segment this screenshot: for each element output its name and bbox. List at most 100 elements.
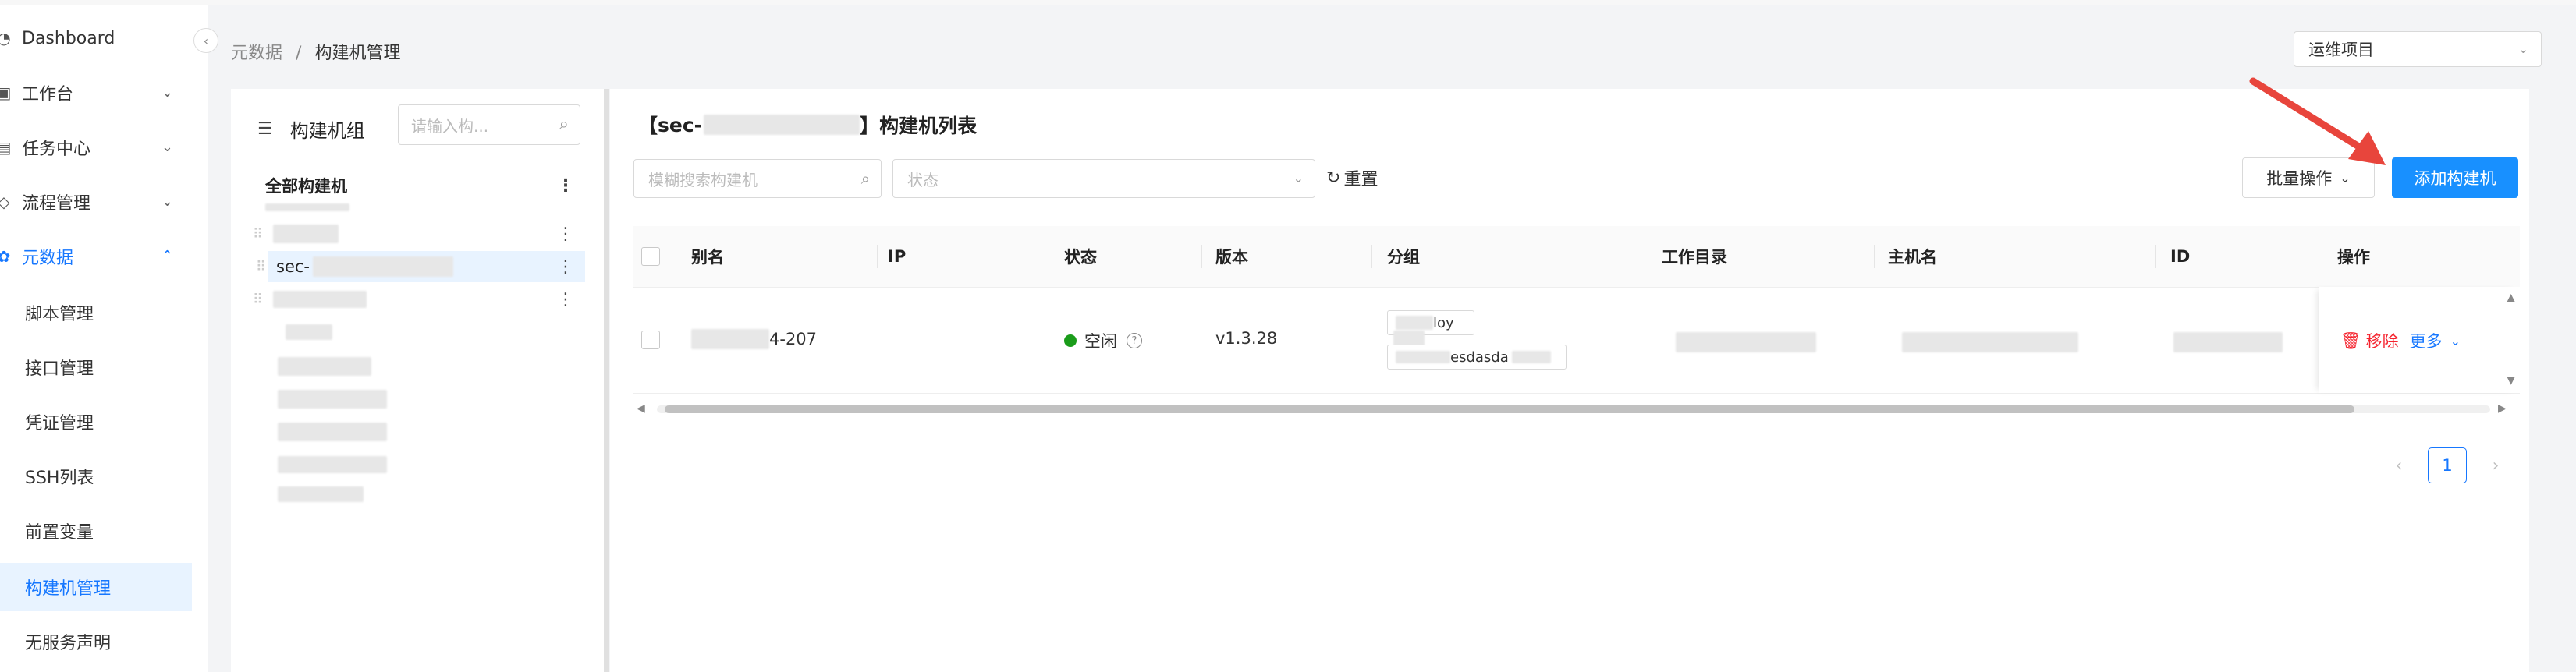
breadcrumb-current: 构建机管理	[314, 44, 401, 63]
cell-id	[2173, 332, 2283, 352]
sidebar-item-metadata[interactable]: ✿ 元数据 ⌃	[0, 232, 192, 281]
scroll-right-arrow-icon[interactable]: ▶	[2498, 402, 2507, 415]
more-vertical-icon[interactable]: ⋮	[557, 257, 574, 277]
table-header: 别名 IP 状态 版本 分组 工作目录 主机名 ID 操作	[633, 226, 2520, 288]
cell-status: 空闲 ?	[1064, 329, 1142, 352]
sidebar-item-dashboard[interactable]: ◔ Dashboard	[0, 14, 192, 62]
status-placeholder: 状态	[907, 170, 939, 189]
prev-page-icon[interactable]: ‹	[2381, 447, 2417, 483]
column-divider	[2155, 245, 2156, 268]
select-all-checkbox[interactable]	[641, 247, 660, 266]
column-version[interactable]: 版本	[1215, 226, 1248, 287]
column-workdir[interactable]: 工作目录	[1662, 226, 1727, 287]
more-actions-button[interactable]: 更多 ⌄	[2410, 329, 2461, 352]
cell-actions: 🗑 移除 更多 ⌄ ▲ ▼	[2319, 287, 2520, 393]
column-hostname[interactable]: 主机名	[1888, 226, 1937, 287]
add-build-machine-button[interactable]: 添加构建机	[2392, 157, 2518, 198]
tree-item[interactable]	[265, 449, 585, 480]
tree-item[interactable]	[265, 384, 585, 415]
build-machine-search-input[interactable]: 模糊搜索构建机 ⌕	[633, 159, 882, 198]
redacted-text	[691, 329, 769, 349]
sidebar-collapse-button[interactable]: ‹	[193, 28, 218, 53]
panel-splitter[interactable]	[604, 89, 609, 672]
tree-item[interactable]: ⠿ ⋮	[253, 284, 585, 315]
project-select-value: 运维项目	[2308, 41, 2374, 59]
alias-text: 4-207	[769, 330, 818, 348]
redacted-text	[312, 256, 453, 277]
redacted-text	[278, 357, 371, 376]
sidebar-subitem-apis[interactable]: 接口管理	[0, 343, 192, 391]
menu-fold-icon[interactable]: ☰	[257, 119, 273, 139]
column-ip[interactable]: IP	[888, 226, 906, 287]
scrollbar-thumb[interactable]	[665, 405, 2354, 413]
tree-item[interactable]	[265, 479, 585, 510]
tree-item[interactable]	[265, 200, 585, 215]
tree-item-label: 全部构建机	[265, 177, 347, 196]
tree-item[interactable]	[265, 317, 585, 348]
scroll-down-arrow-icon[interactable]: ▼	[2507, 374, 2515, 387]
sidebar-item-label: 元数据	[22, 249, 74, 268]
drag-handle-icon[interactable]: ⠿	[256, 259, 266, 275]
status-select[interactable]: 状态 ⌄	[892, 159, 1315, 198]
flow-icon: ◇	[0, 193, 10, 211]
reset-label: 重置	[1343, 170, 1378, 189]
sidebar-subitem-credentials[interactable]: 凭证管理	[0, 398, 192, 446]
group-search-input[interactable]: 请输入构... ⌕	[398, 104, 580, 145]
row-checkbox[interactable]	[641, 331, 660, 349]
page-number-current[interactable]: 1	[2428, 447, 2467, 483]
tree-item-selected[interactable]: ⠿ sec- ⋮	[256, 251, 585, 282]
redacted-text	[273, 225, 339, 243]
workbench-icon: ▣	[0, 83, 12, 102]
column-id[interactable]: ID	[2170, 226, 2190, 287]
redacted-text	[278, 423, 387, 441]
sidebar-item-workbench[interactable]: ▣ 工作台 ⌄	[0, 69, 192, 117]
redacted-text	[2173, 332, 2283, 352]
tree-item[interactable]	[265, 416, 585, 447]
column-alias[interactable]: 别名	[691, 226, 724, 287]
sidebar-item-label: 工作台	[22, 85, 74, 104]
chevron-down-icon: ⌄	[161, 193, 173, 210]
chevron-down-icon: ⌄	[161, 139, 173, 155]
question-circle-icon[interactable]: ?	[1127, 333, 1142, 348]
search-icon: ⌕	[860, 169, 870, 188]
tree-item[interactable]: ⠿ ⋮	[253, 218, 585, 249]
reset-button[interactable]: ↻ 重置	[1326, 165, 1378, 190]
project-select[interactable]: 运维项目 ⌄	[2294, 31, 2542, 67]
breadcrumb-separator: /	[296, 44, 302, 63]
sidebar-item-flow-management[interactable]: ◇ 流程管理 ⌄	[0, 178, 192, 226]
window-top-bar	[0, 0, 2576, 5]
column-group[interactable]: 分组	[1387, 226, 1420, 287]
breadcrumb-parent[interactable]: 元数据	[231, 44, 282, 63]
sidebar-subitem-scripts[interactable]: 脚本管理	[0, 288, 192, 337]
sidebar-subitem-pre-variables[interactable]: 前置变量	[0, 507, 192, 555]
table-row: 4-207 空闲 ? v1.3.28 loy esdasda 🗑 移除 更多 ⌄…	[633, 287, 2520, 394]
next-page-icon[interactable]: ›	[2478, 447, 2514, 483]
column-divider	[1874, 245, 1875, 268]
scroll-left-arrow-icon[interactable]: ◀	[637, 402, 645, 415]
tree-item[interactable]	[265, 351, 585, 382]
annotation-arrow-icon	[2249, 77, 2386, 165]
chevron-down-icon: ⌄	[2450, 333, 2461, 348]
redacted-text	[1902, 332, 2078, 352]
dashboard-icon: ◔	[0, 29, 11, 48]
sidebar-item-task-center[interactable]: ▤ 任务中心 ⌄	[0, 123, 192, 172]
horizontal-scrollbar[interactable]: ◀ ▶	[633, 399, 2520, 418]
scroll-up-arrow-icon[interactable]: ▲	[2507, 292, 2515, 304]
more-vertical-icon[interactable]: ⋮	[557, 225, 574, 244]
drag-handle-icon[interactable]: ⠿	[253, 292, 263, 308]
sidebar-subitem-ssh-list[interactable]: SSH列表	[0, 452, 192, 500]
chevron-left-icon: ‹	[203, 33, 209, 48]
remove-button[interactable]: 🗑 移除	[2340, 329, 2399, 352]
more-vertical-icon[interactable]: ⋮	[557, 176, 574, 196]
redacted-text	[265, 203, 349, 211]
group-panel-title: ☰ 构建机组	[257, 115, 365, 143]
column-status[interactable]: 状态	[1064, 226, 1097, 287]
more-vertical-icon[interactable]: ⋮	[557, 290, 574, 309]
chevron-down-icon: ⌄	[161, 84, 173, 101]
pagination: ‹ 1 ›	[2381, 447, 2514, 483]
sidebar-subitem-serverless[interactable]: 无服务声明	[0, 617, 192, 666]
sidebar-subitem-build-machines[interactable]: 构建机管理	[0, 563, 192, 611]
tree-item-all[interactable]: 全部构建机 ⋮	[265, 170, 585, 201]
title-bracket-close: 】	[860, 115, 880, 137]
drag-handle-icon[interactable]: ⠿	[253, 226, 263, 242]
